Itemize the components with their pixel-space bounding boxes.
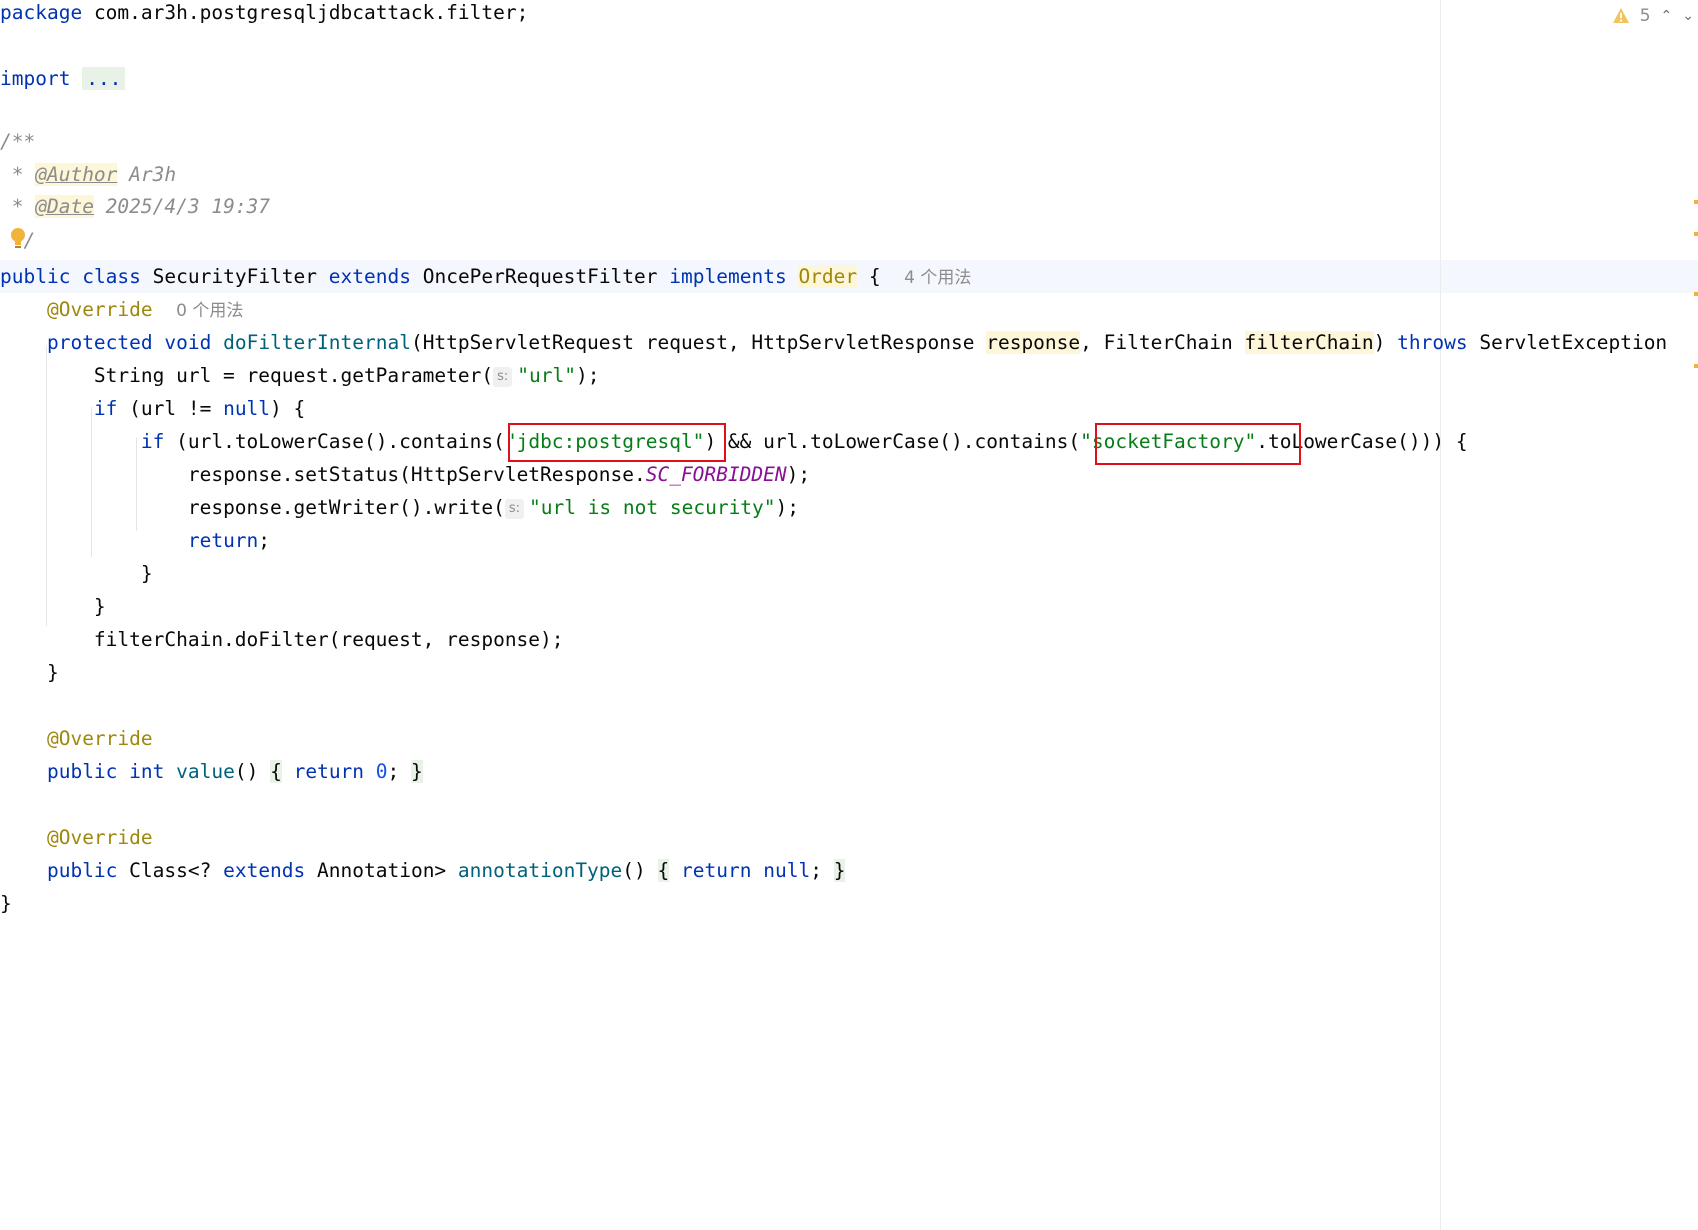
code-line: } [0,892,12,915]
code-line: @Override 0 个用法 [46,298,244,321]
code-line: if (url != null) { [93,397,306,420]
error-stripe-mark[interactable] [1694,232,1698,236]
code-line: } [93,595,106,618]
chevron-down-icon[interactable]: ⌄ [1682,8,1694,24]
highlight-box-socketfactory [1095,423,1301,465]
code-line: return; [187,529,271,552]
folded-imports[interactable]: ... [82,67,126,90]
inspection-widget[interactable]: 5 ⌃ ⌄ [1612,4,1698,28]
class-declaration-line: public class SecurityFilter extends Once… [0,265,972,288]
lightbulb-icon[interactable] [10,227,26,249]
code-line: response.setStatus(HttpServletResponse.S… [187,463,811,486]
error-stripe-mark[interactable] [1694,364,1698,368]
code-line: filterChain.doFilter(request, response); [93,628,564,651]
error-stripe-mark[interactable] [1694,200,1698,204]
parameter-hint: s: [493,366,513,387]
code-line: } [46,661,59,684]
doc-comment-line: * @Date 2025/4/3 19:37 [0,195,271,218]
code-line: public Class<? extends Annotation> annot… [46,859,846,882]
usages-hint[interactable]: 0 个用法 [176,301,243,321]
code-editor[interactable]: 5 ⌃ ⌄ package com.ar3h.postgresqljdbcatt… [0,0,1698,1230]
usages-hint[interactable]: 4 个用法 [904,268,971,288]
code-line: public int value() { return 0; } [46,760,423,783]
code-line: @Override [46,826,153,849]
doc-comment-line: /** [0,130,36,153]
highlight-box-jdbc [508,423,726,462]
right-margin-guide [1440,0,1441,1230]
warning-count: 5 [1639,6,1651,26]
code-line: import ... [0,64,126,94]
chevron-up-icon[interactable]: ⌃ [1661,8,1673,24]
doc-comment-line: * @Author Ar3h [0,163,177,186]
code-line: } [140,562,153,585]
code-line: response.getWriter().write(s: "url is not… [187,496,800,519]
parameter-hint: s: [504,498,524,519]
error-stripe-mark[interactable] [1694,292,1698,296]
code-line: package com.ar3h.postgresqljdbcattack.fi… [0,1,529,24]
warning-icon [1612,8,1629,23]
code-line: @Override [46,727,153,750]
method-signature-line: protected void doFilterInternal(HttpServ… [46,331,1668,354]
code-line: String url = request.getParameter(s: "url… [93,364,600,387]
